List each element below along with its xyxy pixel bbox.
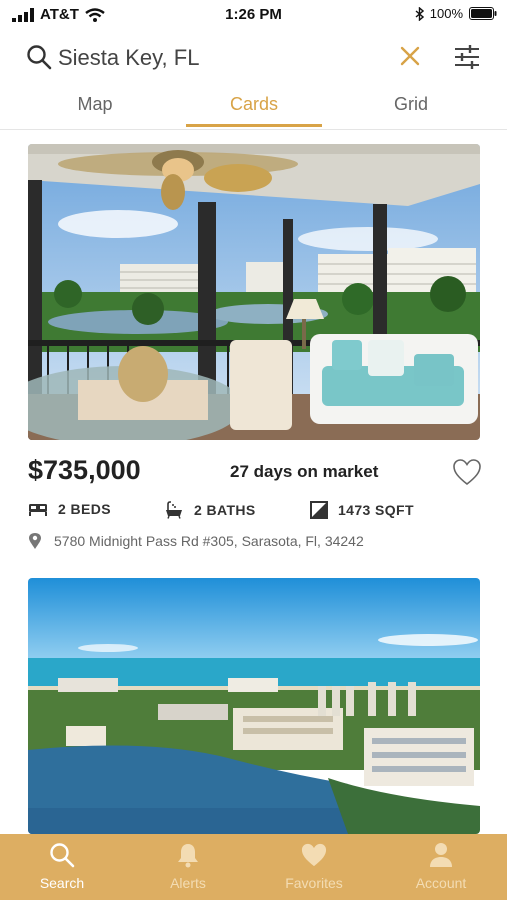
battery-icon xyxy=(469,7,497,20)
listing-price: $735,000 xyxy=(28,455,141,485)
heart-icon xyxy=(301,843,327,867)
area-square-icon xyxy=(310,501,328,519)
baths-label: 2 BATHS xyxy=(194,502,256,518)
close-icon[interactable] xyxy=(398,44,422,68)
lanai-photo xyxy=(28,144,480,440)
nav-search-label: Search xyxy=(39,875,85,891)
beds-fact: 2 BEDS xyxy=(28,501,111,517)
filter-sliders-icon[interactable] xyxy=(452,42,482,72)
sqft-label: 1473 SQFT xyxy=(338,502,414,518)
favorite-heart-icon[interactable] xyxy=(452,458,482,486)
nav-account-label: Account xyxy=(415,875,467,891)
search-bar xyxy=(0,38,507,78)
bed-icon xyxy=(29,504,47,516)
bottom-tab-bar: Search Alerts Favorites Account xyxy=(0,834,507,900)
listing-photo[interactable] xyxy=(28,578,480,834)
sqft-fact: 1473 SQFT xyxy=(310,501,414,519)
nav-alerts-label: Alerts xyxy=(170,875,206,891)
battery-percent: 100% xyxy=(429,6,463,21)
nav-favorites-label: Favorites xyxy=(285,875,343,891)
bathtub-icon xyxy=(166,501,182,519)
search-input[interactable] xyxy=(58,42,388,74)
tab-grid[interactable]: Grid xyxy=(360,94,462,115)
baths-fact: 2 BATHS xyxy=(164,501,256,519)
active-tab-indicator xyxy=(186,124,322,127)
listing-photo[interactable] xyxy=(28,144,480,440)
beds-label: 2 BEDS xyxy=(58,501,111,517)
tab-cards[interactable]: Cards xyxy=(186,94,322,115)
bluetooth-icon xyxy=(415,6,424,21)
location-pin-icon xyxy=(29,533,41,549)
nav-search[interactable]: Search xyxy=(7,842,117,891)
status-bar: AT&T 1:26 PM 100% xyxy=(0,0,507,30)
days-on-market: 27 days on market xyxy=(230,462,379,481)
aerial-photo xyxy=(28,578,480,834)
person-icon xyxy=(430,843,452,867)
search-icon xyxy=(27,45,52,70)
listing-facts: 2 BEDS 2 BATHS 1473 SQFT xyxy=(28,501,488,523)
status-right: 100% xyxy=(415,6,497,21)
nav-alerts[interactable]: Alerts xyxy=(133,842,243,891)
bell-icon xyxy=(178,844,198,868)
listing-address: 5780 Midnight Pass Rd #305, Sarasota, Fl… xyxy=(28,532,364,550)
tab-map[interactable]: Map xyxy=(40,94,150,115)
nav-account[interactable]: Account xyxy=(386,842,496,891)
view-tabs: Map Cards Grid xyxy=(0,88,507,130)
search-icon xyxy=(50,843,75,868)
address-text: 5780 Midnight Pass Rd #305, Sarasota, Fl… xyxy=(54,533,364,549)
nav-favorites[interactable]: Favorites xyxy=(259,842,369,891)
